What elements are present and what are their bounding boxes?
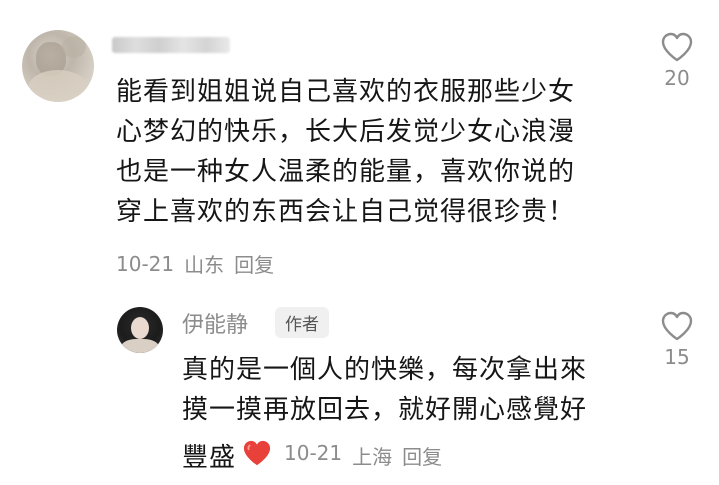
comment-line: 穿上喜欢的东西会让自己觉得很珍贵！ — [116, 197, 576, 227]
author-avatar[interactable] — [117, 307, 163, 353]
author-badge: 作者 — [275, 307, 329, 338]
reply-line: 摸一摸再放回去，就好開心感覺好 — [182, 395, 588, 425]
comment-line: 心梦幻的快乐，长大后发觉少女心浪漫 — [116, 117, 576, 147]
reply-date: 10-21 — [284, 440, 343, 465]
comment-meta: 10-21 山东 回复 — [116, 249, 274, 278]
reply-like[interactable]: 15 — [647, 311, 707, 369]
reply-location: 上海 — [352, 444, 393, 469]
comment-like-count: 20 — [664, 66, 690, 90]
comment-line: 也是一种女人温柔的能量，喜欢你说的 — [116, 157, 576, 187]
reply-meta: 10-21 上海 回复 — [284, 441, 442, 470]
comment-reply-button[interactable]: 回复 — [234, 249, 274, 278]
reply-line: 真的是一個人的快樂，每次拿出來 — [182, 355, 588, 385]
comment-like[interactable]: 20 — [647, 32, 707, 90]
heart-outline-icon[interactable] — [661, 32, 693, 62]
commenter-avatar[interactable] — [22, 30, 94, 102]
commenter-username-blurred[interactable] — [112, 37, 230, 53]
reply-like-count: 15 — [664, 345, 690, 369]
comment-date: 10-21 — [116, 251, 175, 276]
comment-text: 能看到姐姐说自己喜欢的衣服那些少女 心梦幻的快乐，长大后发觉少女心浪漫 也是一种… — [116, 72, 596, 232]
reply-reply-button[interactable]: 回复 — [402, 441, 442, 470]
author-name[interactable]: 伊能静 — [182, 307, 248, 339]
comment-line: 能看到姐姐说自己喜欢的衣服那些少女 — [116, 77, 576, 107]
reply-line: 豐盛 — [182, 442, 237, 473]
reply-text: 真的是一個人的快樂，每次拿出來 摸一摸再放回去，就好開心感覺好 — [182, 350, 622, 430]
heart-outline-icon[interactable] — [661, 311, 693, 341]
reply-last-line: 豐盛 10-21 上海 回复 — [182, 435, 442, 475]
comment-location: 山东 — [184, 253, 225, 277]
red-heart-icon — [242, 439, 272, 471]
